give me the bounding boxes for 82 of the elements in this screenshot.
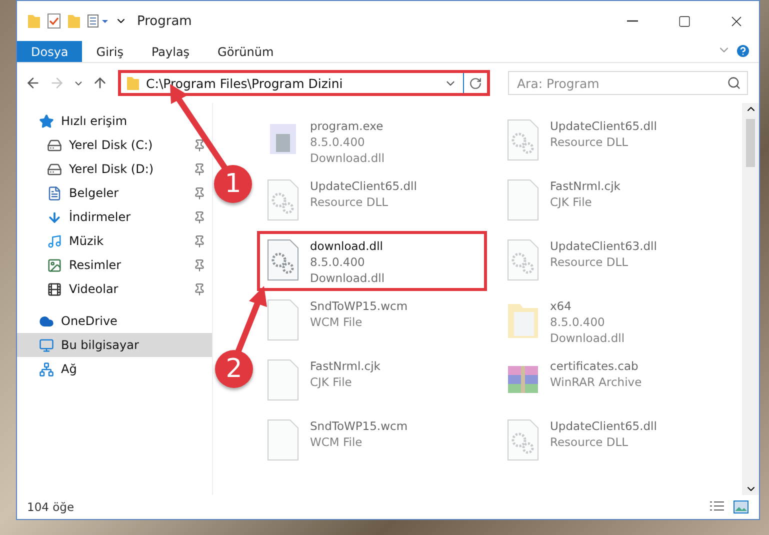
file-name: SndToWP15.wcm	[310, 298, 408, 314]
search-field[interactable]: Ara: Program	[508, 71, 748, 95]
file-name: SndToWP15.wcm	[310, 418, 408, 434]
file-name: download.dll	[310, 238, 384, 254]
scrollbar[interactable]	[742, 103, 759, 495]
ribbon-tab[interactable]: Paylaş	[137, 41, 204, 62]
file-item[interactable]: program.exe 8.5.0.400 Download.dll	[257, 111, 487, 171]
sidebar-item[interactable]: Videolar	[17, 277, 212, 301]
sidebar-item[interactable]: OneDrive	[17, 309, 212, 333]
file-detail: Resource DLL	[550, 434, 630, 450]
file-name: x64	[550, 298, 572, 314]
sidebar-item[interactable]: Resimler	[17, 253, 212, 277]
sidebar-item[interactable]: İndirmeler	[17, 205, 212, 229]
sidebar-item[interactable]: Belgeler	[17, 181, 212, 205]
file-detail: Resource DLL	[550, 134, 630, 150]
file-name: UpdateClient63.dll	[550, 238, 657, 254]
file-item[interactable]: download.dll 8.5.0.400 Download.dll	[257, 231, 487, 291]
file-name: certificates.cab	[550, 358, 640, 374]
file-detail: Download.dll	[310, 270, 385, 286]
film-icon	[47, 282, 62, 296]
file-name: UpdateClient65.dll	[550, 418, 657, 434]
file-detail: 8.5.0.400	[550, 314, 606, 330]
file-detail: CJK File	[310, 374, 353, 390]
window-title: Program	[137, 14, 192, 28]
drive-icon	[47, 138, 62, 152]
file-item[interactable]: UpdateClient65.dll Resource DLL	[497, 111, 727, 171]
drive-icon	[47, 162, 62, 176]
file-detail: Resource DLL	[310, 194, 390, 210]
sidebar-item[interactable]: Bu bilgisayar	[17, 333, 212, 357]
minimize-icon	[626, 20, 638, 22]
file-name: program.exe	[310, 118, 384, 134]
star-icon	[39, 114, 54, 128]
picture-icon	[733, 500, 749, 514]
music-icon	[47, 234, 62, 248]
file-item[interactable]: x64 8.5.0.400 Download.dll	[497, 291, 727, 351]
file-name: FastNrml.cjk	[550, 178, 620, 194]
file-detail: 8.5.0.400	[310, 134, 366, 150]
ribbon-tab[interactable]: Dosya	[17, 41, 82, 62]
sidebar-item[interactable]: Yerel Disk (C:)	[17, 133, 212, 157]
file-item[interactable]: FastNrml.cjk CJK File	[257, 351, 487, 411]
properties-icon[interactable]	[87, 13, 109, 29]
checklist-icon[interactable]	[47, 13, 61, 29]
annotation-arrow	[235, 286, 267, 354]
file-item[interactable]: SndToWP15.wcm WCM File	[257, 411, 487, 471]
network-icon	[39, 362, 54, 376]
file-name: FastNrml.cjk	[310, 358, 380, 374]
file-name: UpdateClient65.dll	[550, 118, 657, 134]
file-detail: Download.dll	[310, 150, 385, 166]
sidebar-item[interactable]: Yerel Disk (D:)	[17, 157, 212, 181]
file-detail: WCM File	[310, 434, 364, 450]
file-detail: WinRAR Archive	[550, 374, 642, 390]
file-detail: 8.5.0.400	[310, 254, 366, 270]
monitor-icon	[39, 338, 54, 352]
file-item[interactable]: certificates.cab WinRAR Archive	[497, 351, 727, 411]
search-icon	[727, 76, 741, 90]
file-detail: Resource DLL	[550, 254, 630, 270]
sidebar-item[interactable]: Müzik	[17, 229, 212, 253]
refresh-icon	[469, 76, 482, 90]
large-icons-view-button[interactable]	[731, 498, 751, 516]
cloud-icon	[39, 314, 54, 328]
ribbon-tab[interactable]: Giriş	[82, 41, 138, 62]
file-name: UpdateClient65.dll	[310, 178, 417, 194]
file-detail: Download.dll	[550, 330, 625, 346]
sidebar-item[interactable]: Hızlı erişim	[17, 109, 212, 133]
ribbon-tab[interactable]: Görünüm	[204, 41, 288, 62]
file-item[interactable]: UpdateClient63.dll Resource DLL	[497, 231, 727, 291]
file-detail: CJK File	[550, 194, 593, 210]
maximize-icon	[678, 14, 690, 28]
picture-icon	[47, 258, 62, 272]
file-item[interactable]: UpdateClient65.dll Resource DLL	[257, 171, 487, 231]
sidebar-item[interactable]: Ağ	[17, 357, 212, 381]
address-field[interactable]: C:\Program Files\Program Dizini	[118, 70, 490, 96]
help-icon	[735, 43, 751, 59]
folder-icon	[126, 75, 140, 91]
download-icon	[47, 210, 62, 224]
file-detail: WCM File	[310, 314, 364, 330]
document-icon	[47, 186, 62, 200]
file-item[interactable]: FastNrml.cjk CJK File	[497, 171, 727, 231]
scroll-thumb[interactable]	[746, 119, 755, 167]
item-count: 104 öğe	[27, 500, 74, 514]
file-item[interactable]: UpdateClient65.dll Resource DLL	[497, 411, 727, 471]
file-item[interactable]: SndToWP15.wcm WCM File	[257, 291, 487, 351]
